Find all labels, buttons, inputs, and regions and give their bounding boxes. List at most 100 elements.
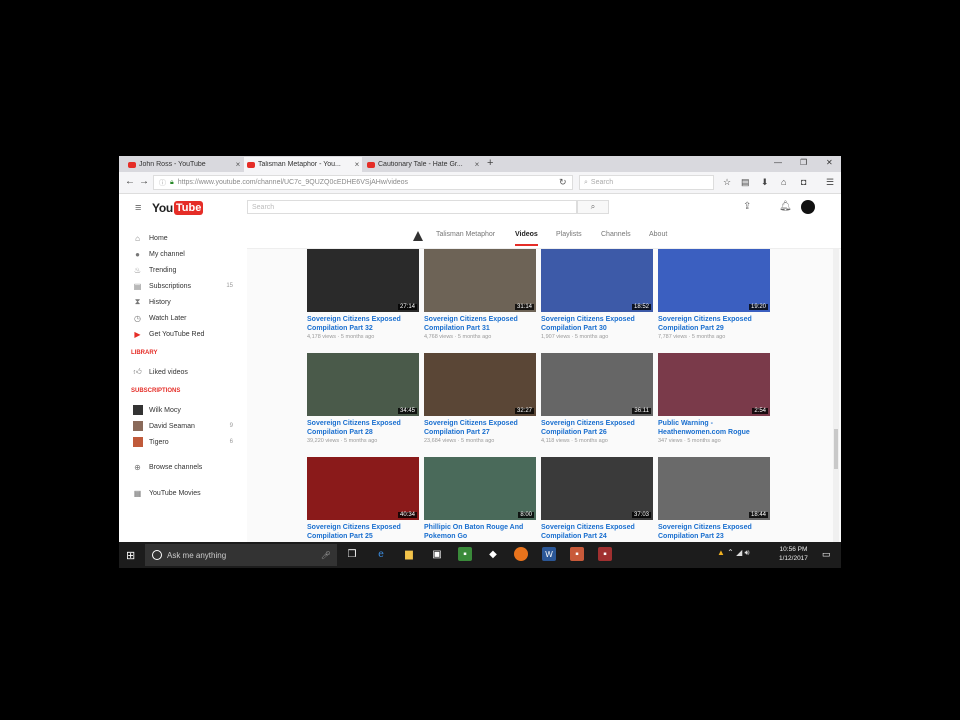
word-icon[interactable]: W — [542, 547, 556, 561]
cortana-search-box[interactable]: Ask me anything 🎤︎ — [145, 544, 337, 566]
new-tab-icon[interactable]: + — [487, 157, 493, 169]
dropbox-icon[interactable]: ◆ — [486, 547, 500, 561]
channel-icon[interactable] — [413, 231, 423, 241]
tab-playlists[interactable]: Playlists — [556, 231, 582, 238]
channel-name[interactable]: Talisman Metaphor — [436, 231, 495, 238]
video-card[interactable]: 40:34 Sovereign Citizens Exposed Compilati… — [307, 457, 419, 542]
youtube-logo[interactable]: You Tube — [152, 201, 204, 215]
tab-channels[interactable]: Channels — [601, 231, 631, 238]
video-thumbnail[interactable]: 2:54 — [658, 353, 770, 416]
video-title[interactable]: Sovereign Citizens Exposed Compilation Pa… — [424, 315, 536, 333]
video-card[interactable]: 2:54 Public Warning - Heathenwomen.com Rog… — [658, 353, 770, 444]
video-title[interactable]: Sovereign Citizens Exposed Compilation Pa… — [541, 523, 653, 541]
video-title[interactable]: Sovereign Citizens Exposed Compilation Pa… — [424, 419, 536, 437]
sidebar-item-my-channel[interactable]: ● My channel — [133, 247, 233, 261]
microphone-icon[interactable]: 🎤︎ — [321, 551, 331, 560]
video-title[interactable]: Sovereign Citizens Exposed Compilation Pa… — [307, 315, 419, 333]
download-icon[interactable]: ⬇ — [761, 177, 769, 188]
chevron-up-icon[interactable]: ⌃ — [727, 548, 734, 557]
file-explorer-icon[interactable]: ▆ — [402, 547, 416, 561]
close-tab-icon[interactable]: × — [233, 160, 243, 169]
upload-icon[interactable]: ⇪ — [743, 201, 751, 212]
video-card[interactable]: 32:27 Sovereign Citizens Exposed Compilati… — [424, 353, 536, 444]
video-title[interactable]: Sovereign Citizens Exposed Compilation Pa… — [658, 315, 770, 333]
taskbar-clock[interactable]: 10:56 PM 1/12/2017 — [779, 545, 808, 563]
subscription-item[interactable]: David Seaman 9 — [133, 419, 233, 433]
video-thumbnail[interactable]: 34:45 — [307, 353, 419, 416]
warning-icon[interactable]: ▲ — [717, 548, 725, 557]
video-card[interactable]: 36:11 Sovereign Citizens Exposed Compilati… — [541, 353, 653, 444]
video-thumbnail[interactable]: 8:00 — [424, 457, 536, 520]
guide-menu-icon[interactable]: ≡ — [135, 202, 141, 214]
subscription-item[interactable]: Wilk Mocy — [133, 403, 233, 417]
pocket-icon[interactable]: ◘ — [801, 177, 806, 187]
star-icon[interactable]: ☆ — [723, 177, 731, 188]
browser-tab[interactable]: John Ross - YouTube × — [125, 157, 243, 172]
video-card[interactable]: 31:14 Sovereign Citizens Exposed Compilati… — [424, 249, 536, 340]
reading-list-icon[interactable]: ▤ — [741, 177, 750, 188]
notifications-bell-icon[interactable]: 🔔︎ — [779, 201, 792, 212]
video-thumbnail[interactable]: 18:52 — [541, 249, 653, 312]
sidebar-item-browse-channels[interactable]: ⊕ Browse channels — [133, 460, 233, 474]
subscription-item[interactable]: Tigero 6 — [133, 435, 233, 449]
video-thumbnail[interactable]: 27:14 — [307, 249, 419, 312]
video-card[interactable]: 19:20 Sovereign Citizens Exposed Compilati… — [658, 249, 770, 340]
video-thumbnail[interactable]: 19:20 — [658, 249, 770, 312]
url-bar[interactable]: ⓘ 🔒︎ https://www.youtube.com/channel/UC7… — [153, 175, 573, 190]
video-thumbnail[interactable]: 37:03 — [541, 457, 653, 520]
video-card[interactable]: 37:03 Sovereign Citizens Exposed Compilati… — [541, 457, 653, 542]
app-icon[interactable]: ▪ — [570, 547, 584, 561]
back-icon[interactable]: ← — [125, 176, 135, 187]
action-center-icon[interactable]: ▭ — [822, 549, 831, 560]
window-close-icon[interactable]: ✕ — [826, 158, 833, 167]
video-card[interactable]: 27:14 Sovereign Citizens Exposed Compilati… — [307, 249, 419, 340]
youtube-search-button[interactable]: ⌕ — [577, 200, 609, 214]
app-icon[interactable]: ▪ — [458, 547, 472, 561]
youtube-search-input[interactable]: Search — [247, 200, 577, 214]
sidebar-item-watch-later[interactable]: ◷ Watch Later — [133, 311, 233, 325]
video-thumbnail[interactable]: 40:34 — [307, 457, 419, 520]
video-card[interactable]: 34:45 Sovereign Citizens Exposed Compilati… — [307, 353, 419, 444]
video-card[interactable]: 18:52 Sovereign Citizens Exposed Compilati… — [541, 249, 653, 340]
forward-icon[interactable]: → — [139, 176, 149, 187]
tab-videos[interactable]: Videos — [515, 231, 538, 246]
task-view-icon[interactable]: ❒ — [345, 547, 359, 561]
scrollbar-thumb[interactable] — [834, 429, 838, 469]
video-title[interactable]: Sovereign Citizens Exposed Compilation Pa… — [541, 419, 653, 437]
menu-icon[interactable]: ☰ — [826, 177, 834, 188]
video-title[interactable]: Sovereign Citizens Exposed Compilation Pa… — [658, 523, 770, 541]
app-icon[interactable]: ▪ — [598, 547, 612, 561]
video-thumbnail[interactable]: 36:11 — [541, 353, 653, 416]
video-thumbnail[interactable]: 32:27 — [424, 353, 536, 416]
video-title[interactable]: Public Warning - Heathenwomen.com Rogue — [658, 419, 770, 437]
video-thumbnail[interactable]: 31:14 — [424, 249, 536, 312]
video-thumbnail[interactable]: 18:44 — [658, 457, 770, 520]
sidebar-item-history[interactable]: ⧗ History — [133, 295, 233, 309]
video-card[interactable]: 8:00 Phillipic On Baton Rouge And Pokemon … — [424, 457, 536, 542]
reload-icon[interactable]: ↻ — [559, 177, 567, 188]
network-icon[interactable]: ◢ — [736, 548, 742, 557]
sidebar-item-youtube-movies[interactable]: ▦ YouTube Movies — [133, 486, 233, 500]
video-title[interactable]: Sovereign Citizens Exposed Compilation Pa… — [307, 523, 419, 541]
sidebar-item-youtube-red[interactable]: ▶ Get YouTube Red — [133, 327, 233, 341]
scrollbar[interactable] — [833, 249, 839, 542]
firefox-icon[interactable] — [514, 547, 528, 561]
windows-start-icon[interactable]: ⊞ — [126, 549, 135, 562]
store-icon[interactable]: ▣ — [430, 547, 444, 561]
sidebar-item-trending[interactable]: ♨ Trending — [133, 263, 233, 277]
account-avatar[interactable] — [801, 200, 815, 214]
sidebar-item-liked-videos[interactable]: 👍︎ Liked videos — [133, 365, 233, 379]
edge-browser-icon[interactable]: e — [374, 547, 388, 561]
video-card[interactable]: 18:44 Sovereign Citizens Exposed Compilati… — [658, 457, 770, 542]
sidebar-item-subscriptions[interactable]: ▤ Subscriptions 15 — [133, 279, 233, 293]
browser-tab[interactable]: Cautionary Tale - Hate Gr... × — [364, 157, 482, 172]
volume-icon[interactable]: 🔊︎ — [744, 548, 749, 557]
browser-search-input[interactable]: ⌕ Search — [579, 175, 714, 190]
video-title[interactable]: Sovereign Citizens Exposed Compilation Pa… — [541, 315, 653, 333]
tab-about[interactable]: About — [649, 231, 667, 238]
sidebar-item-home[interactable]: ⌂ Home — [133, 231, 233, 245]
home-icon[interactable]: ⌂ — [781, 177, 786, 187]
close-tab-icon[interactable]: × — [352, 160, 362, 169]
video-title[interactable]: Phillipic On Baton Rouge And Pokemon Go — [424, 523, 536, 541]
browser-tab-active[interactable]: Talisman Metaphor - You... × — [244, 157, 362, 172]
